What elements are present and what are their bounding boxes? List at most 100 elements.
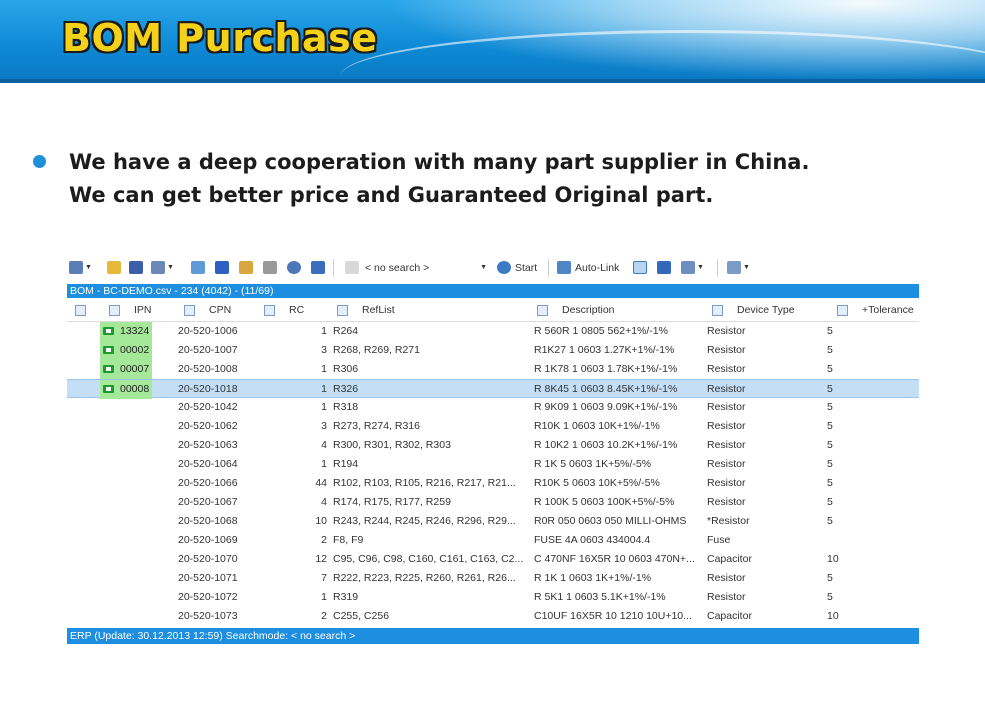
search-combo[interactable]: < no search > ▼	[345, 260, 487, 275]
filter-button[interactable]: ▼	[681, 260, 704, 275]
edit-button[interactable]	[239, 260, 253, 275]
list-icon	[633, 261, 647, 274]
search-icon	[345, 261, 359, 274]
cell-device-type: Resistor	[707, 591, 746, 603]
link-icon	[557, 261, 571, 274]
cell-reflist: R222, R223, R225, R260, R261, R26...	[333, 572, 516, 584]
refresh-icon	[497, 261, 511, 274]
cell-rc: 3	[321, 420, 327, 432]
table-row[interactable]: 20-520-1064 1 R194 R 1K 5 0603 1K+5%/-5% Res…	[67, 455, 919, 474]
cell-ipn: 00007	[120, 363, 150, 375]
cell-reflist: C95, C96, C98, C160, C161, C163, C2...	[333, 553, 524, 565]
start-button[interactable]: Start	[497, 260, 537, 275]
dropdown-arrow-icon: ▼	[167, 264, 174, 271]
cell-cpn: 20-520-1071	[178, 572, 238, 584]
import-button[interactable]: ▼	[151, 260, 174, 275]
table-row[interactable]: 13324 20-520-1006 1 R264 R 560R 1 0805 562+1…	[67, 322, 919, 341]
table-icon	[215, 261, 229, 274]
auto-link-button[interactable]: Auto-Link	[557, 260, 619, 275]
open-folder-button[interactable]	[107, 260, 121, 275]
dropdown-arrow-icon: ▼	[743, 264, 750, 271]
slide-title: BOM Purchase	[62, 16, 378, 60]
settings-button[interactable]	[287, 260, 301, 275]
cell-reflist: R174, R175, R177, R259	[333, 496, 451, 508]
cell-device-type: Capacitor	[707, 610, 752, 622]
export-icon	[69, 261, 83, 274]
table-row[interactable]: 20-520-1070 12 C95, C96, C98, C160, C161, …	[67, 550, 919, 569]
header-cpn[interactable]: CPN	[184, 303, 231, 317]
cell-tolerance: 10	[827, 610, 839, 622]
cell-cpn: 20-520-1018	[178, 383, 238, 395]
cell-rc: 10	[315, 515, 327, 527]
cell-tolerance: 5	[827, 325, 833, 337]
table-row[interactable]: 20-520-1067 4 R174, R175, R177, R259 R 100K…	[67, 493, 919, 512]
table-row[interactable]: 20-520-1063 4 R300, R301, R302, R303 R 10K2…	[67, 436, 919, 455]
cell-reflist: R243, R244, R245, R246, R296, R29...	[333, 515, 516, 527]
cell-device-type: Capacitor	[707, 553, 752, 565]
table-row[interactable]: 20-520-1069 2 F8, F9 FUSE 4A 0603 434004.4 F…	[67, 531, 919, 550]
cell-reflist: R319	[333, 591, 359, 603]
header-device-type-label: Device Type	[737, 304, 795, 316]
table-row[interactable]: 00008 20-520-1018 1 R326 R 8K45 1 0603 8.45K…	[67, 379, 919, 399]
header-reflist[interactable]: RefList	[337, 303, 395, 317]
header-rc-label: RC	[289, 304, 305, 316]
cell-tolerance: 5	[827, 344, 833, 356]
table-row[interactable]: 20-520-1042 1 R318 R 9K09 1 0603 9.09K+1%/-…	[67, 398, 919, 417]
save-icon	[129, 261, 143, 274]
cell-reflist: R264	[333, 325, 359, 337]
bullet-text: We have a deep cooperation with many par…	[69, 146, 809, 212]
header-device-type[interactable]: Device Type	[712, 303, 795, 317]
cell-cpn: 20-520-1070	[178, 553, 238, 565]
cell-cpn: 20-520-1066	[178, 477, 238, 489]
table-row[interactable]: 20-520-1066 44 R102, R103, R105, R216, R21…	[67, 474, 919, 493]
header-description[interactable]: Description	[537, 303, 615, 317]
header-rc[interactable]: RC	[264, 303, 304, 317]
table-row[interactable]: 20-520-1073 2 C255, C256 C10UF 16X5R 10 121…	[67, 607, 919, 626]
sum-button[interactable]	[311, 260, 325, 275]
cell-rc: 1	[321, 401, 327, 413]
cell-description: R 1K78 1 0603 1.78K+1%/-1%	[534, 363, 678, 375]
header-tolerance[interactable]: +Tolerance	[837, 303, 914, 317]
table-row[interactable]: 00002 20-520-1007 3 R268, R269, R271 R1K27 1…	[67, 341, 919, 360]
search-input[interactable]: < no search >	[365, 262, 429, 274]
cell-rc: 3	[321, 344, 327, 356]
bullet-line-2: We can get better price and Guaranteed O…	[69, 183, 714, 207]
linked-part-icon	[103, 327, 114, 335]
save-button[interactable]	[129, 260, 143, 275]
cell-rc: 44	[315, 477, 327, 489]
cell-rc: 7	[321, 572, 327, 584]
cell-description: R 8K45 1 0603 8.45K+1%/-1%	[534, 383, 678, 395]
cell-tolerance: 10	[827, 553, 839, 565]
cell-device-type: Resistor	[707, 477, 746, 489]
table-row[interactable]: 00007 20-520-1008 1 R306 R 1K78 1 0603 1.78K…	[67, 360, 919, 379]
list-view-button[interactable]	[633, 260, 647, 275]
export-button[interactable]: ▼	[69, 260, 92, 275]
header-search-cell[interactable]	[75, 303, 86, 317]
cell-description: R 100K 5 0603 100K+5%/-5%	[534, 496, 675, 508]
header-cpn-label: CPN	[209, 304, 232, 316]
table-row[interactable]: 20-520-1071 7 R222, R223, R225, R260, R261…	[67, 569, 919, 588]
columns-icon	[727, 261, 741, 274]
cell-cpn: 20-520-1006	[178, 325, 238, 337]
copy-button[interactable]	[263, 260, 277, 275]
filter-icon	[681, 261, 695, 274]
cell-reflist: R102, R103, R105, R216, R217, R21...	[333, 477, 516, 489]
column-icon	[337, 304, 348, 316]
table-button[interactable]	[215, 260, 229, 275]
sigma-icon	[311, 261, 325, 274]
table-row[interactable]: 20-520-1062 3 R273, R274, R316 R10K 1 0603 …	[67, 417, 919, 436]
header-ipn[interactable]: IPN	[109, 303, 152, 317]
chevron-down-icon: ▼	[480, 264, 487, 271]
columns-button[interactable]: ▼	[727, 260, 750, 275]
cell-reflist: R300, R301, R302, R303	[333, 439, 451, 451]
magnifier-icon	[75, 304, 86, 316]
cell-reflist: C255, C256	[333, 610, 390, 622]
start-label: Start	[515, 261, 538, 274]
check-button[interactable]	[657, 260, 671, 275]
grid-button[interactable]	[191, 260, 205, 275]
cell-ipn: 13324	[120, 325, 150, 337]
table-row[interactable]: 20-520-1072 1 R319 R 5K1 1 0603 5.1K+1%/-1%…	[67, 588, 919, 607]
cell-reflist: R268, R269, R271	[333, 344, 420, 356]
table-row[interactable]: 20-520-1068 10 R243, R244, R245, R246, R29…	[67, 512, 919, 531]
cell-tolerance: 5	[827, 572, 833, 584]
